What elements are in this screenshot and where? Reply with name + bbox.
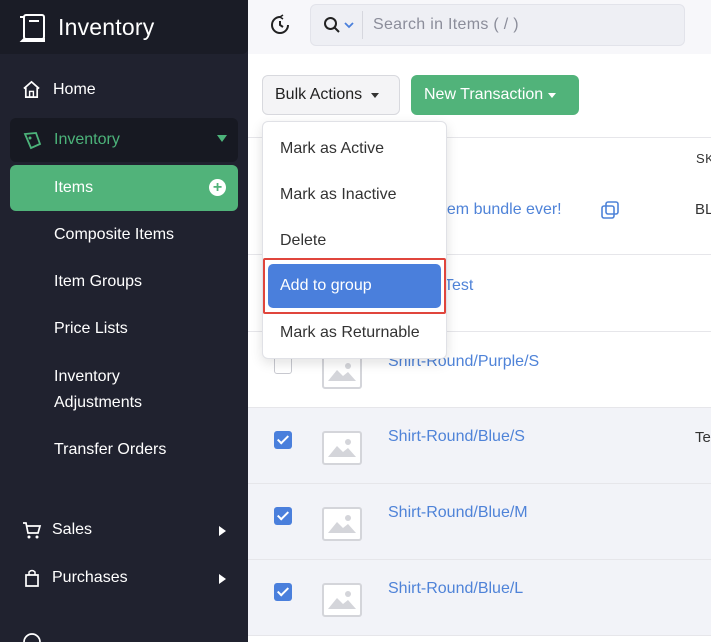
item-name-link[interactable]: Test — [444, 277, 473, 295]
search-icon[interactable] — [323, 16, 341, 34]
chevron-down-icon[interactable] — [344, 21, 354, 29]
image-placeholder-icon — [322, 583, 362, 617]
bag-icon — [25, 569, 39, 587]
app-title: Inventory — [58, 13, 155, 40]
caret-down-icon — [217, 135, 227, 142]
caret-right-icon — [219, 526, 226, 536]
caret-down-icon — [548, 92, 557, 98]
bulk-actions-menu: Mark as Active Mark as Inactive Delete M… — [262, 121, 447, 359]
menu-item-add-to-group-label: Add to group — [280, 277, 372, 294]
sidebar-item-item-groups[interactable]: Item Groups — [54, 269, 142, 295]
cart-icon — [23, 522, 42, 539]
sidebar-item-purchases[interactable]: Purchases — [22, 568, 232, 588]
bulk-actions-label: Bulk Actions — [275, 86, 363, 103]
row-checkbox[interactable] — [274, 507, 292, 525]
new-transaction-button[interactable]: New Transaction — [411, 75, 579, 115]
caret-right-icon — [219, 574, 226, 584]
sidebar-item-home-label: Home — [53, 80, 96, 98]
row-checkbox[interactable] — [274, 431, 292, 449]
item-name-link[interactable]: Shirt-Round/Blue/S — [388, 428, 525, 446]
history-icon[interactable] — [268, 13, 292, 37]
menu-item-mark-active[interactable]: Mark as Active — [280, 140, 384, 158]
search-divider — [362, 11, 363, 39]
add-item-icon[interactable]: + — [209, 179, 226, 196]
sidebar-item-inventory-adjustments[interactable]: Inventory Adjustments — [54, 364, 184, 416]
sidebar-item-sales-label: Sales — [52, 521, 93, 538]
menu-item-mark-returnable[interactable]: Mark as Returnable — [280, 324, 420, 342]
sidebar-item-price-lists[interactable]: Price Lists — [54, 316, 128, 342]
sidebar-item-sales[interactable]: Sales — [22, 520, 232, 540]
home-icon — [23, 80, 40, 98]
menu-item-delete[interactable]: Delete — [280, 232, 326, 250]
sidebar-item-purchases-label: Purchases — [52, 569, 128, 586]
inventory-logo-icon — [19, 14, 45, 42]
image-placeholder-icon — [322, 431, 362, 465]
sidebar-item-items[interactable]: Items + — [10, 165, 238, 211]
table-row[interactable]: Shirt-Round/Blue/M — [248, 484, 711, 560]
sidebar: Inventory Home Inventory Items + Composi… — [0, 0, 248, 642]
item-name-link[interactable]: Shirt-Round/Blue/M — [388, 504, 528, 522]
new-transaction-label: New Transaction — [424, 86, 544, 103]
column-header-sku[interactable]: SK — [696, 151, 711, 166]
bulk-actions-button[interactable]: Bulk Actions — [262, 75, 400, 115]
sidebar-item-items-label: Items — [54, 179, 94, 196]
image-placeholder-icon — [322, 355, 362, 389]
tag-icon — [23, 132, 42, 150]
search-bar[interactable]: Search in Items ( / ) — [310, 4, 685, 46]
sidebar-item-composite-items[interactable]: Composite Items — [54, 222, 174, 248]
sidebar-item-inventory[interactable]: Inventory — [10, 118, 238, 162]
sku-cell: Te — [695, 429, 711, 446]
sku-cell: BL — [695, 201, 711, 218]
sidebar-item-home[interactable]: Home — [22, 80, 96, 99]
bundle-icon — [601, 201, 619, 219]
image-placeholder-icon — [322, 507, 362, 541]
table-row[interactable]: Shirt-Round/Blue/L — [248, 560, 711, 636]
menu-item-add-to-group[interactable]: Add to group — [268, 264, 441, 308]
integrations-icon — [23, 633, 41, 642]
caret-down-icon — [371, 92, 380, 98]
sidebar-item-inventory-label: Inventory — [54, 131, 120, 148]
search-input[interactable]: Search in Items ( / ) — [373, 16, 519, 34]
sidebar-item-transfer-orders[interactable]: Transfer Orders — [54, 437, 166, 463]
row-checkbox[interactable] — [274, 583, 292, 601]
brand-header: Inventory — [0, 0, 248, 54]
table-row[interactable]: Shirt-Round/Blue/S Te — [248, 408, 711, 484]
menu-item-mark-inactive[interactable]: Mark as Inactive — [280, 186, 396, 204]
item-name-link[interactable]: Shirt-Round/Blue/L — [388, 580, 523, 598]
